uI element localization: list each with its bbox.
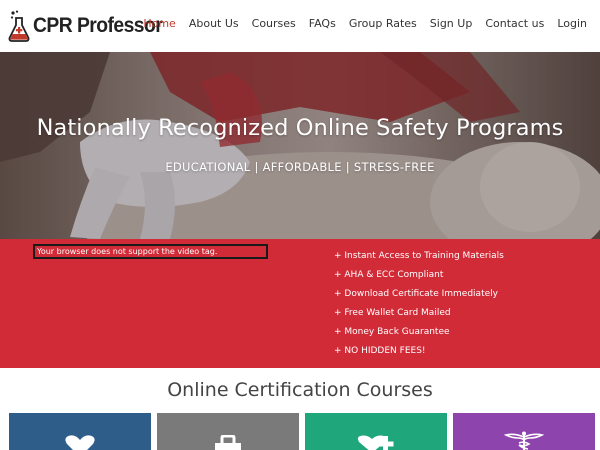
course-card-bls[interactable] xyxy=(305,413,447,450)
heart-plus-icon xyxy=(357,435,394,450)
video-fallback-text: Your browser does not support the video … xyxy=(37,247,218,256)
nav-contact-us[interactable]: Contact us xyxy=(485,17,544,30)
hero-banner: Nationally Recognized Online Safety Prog… xyxy=(0,52,600,239)
feature-item: + NO HIDDEN FEES! xyxy=(334,346,426,356)
flask-icon xyxy=(8,10,30,42)
feature-item: + Free Wallet Card Mailed xyxy=(334,308,451,318)
nav-home[interactable]: Home xyxy=(143,17,175,30)
nav-courses[interactable]: Courses xyxy=(252,17,296,30)
hero-title: Nationally Recognized Online Safety Prog… xyxy=(36,115,564,141)
nav-group-rates[interactable]: Group Rates xyxy=(349,17,417,30)
feature-list: + Instant Access to Training Materials +… xyxy=(334,250,504,364)
feature-item: + AHA & ECC Compliant xyxy=(334,270,444,280)
course-card-first-aid[interactable] xyxy=(157,413,299,450)
heart-icon xyxy=(65,435,95,450)
first-aid-kit-icon xyxy=(215,435,241,450)
feature-item: + Download Certificate Immediately xyxy=(334,289,498,299)
site-header: CPR Professor Home About Us Courses FAQs… xyxy=(0,0,600,52)
nav-login[interactable]: Login xyxy=(557,17,587,30)
caduceus-icon xyxy=(504,431,544,450)
video-player[interactable]: Your browser does not support the video … xyxy=(33,244,268,259)
nav-sign-up[interactable]: Sign Up xyxy=(430,17,473,30)
hero-overlay xyxy=(0,52,600,239)
main-nav: Home About Us Courses FAQs Group Rates S… xyxy=(130,17,587,30)
nav-faqs[interactable]: FAQs xyxy=(309,17,336,30)
hero-subtitle: EDUCATIONAL | AFFORDABLE | STRESS-FREE xyxy=(165,160,435,174)
feature-item: + Instant Access to Training Materials xyxy=(334,251,504,261)
course-card-cpr[interactable] xyxy=(9,413,151,450)
feature-item: + Money Back Guarantee xyxy=(334,327,450,337)
courses-section-title: Online Certification Courses xyxy=(167,379,433,401)
nav-about-us[interactable]: About Us xyxy=(189,17,239,30)
course-card-bloodborne[interactable] xyxy=(453,413,595,450)
